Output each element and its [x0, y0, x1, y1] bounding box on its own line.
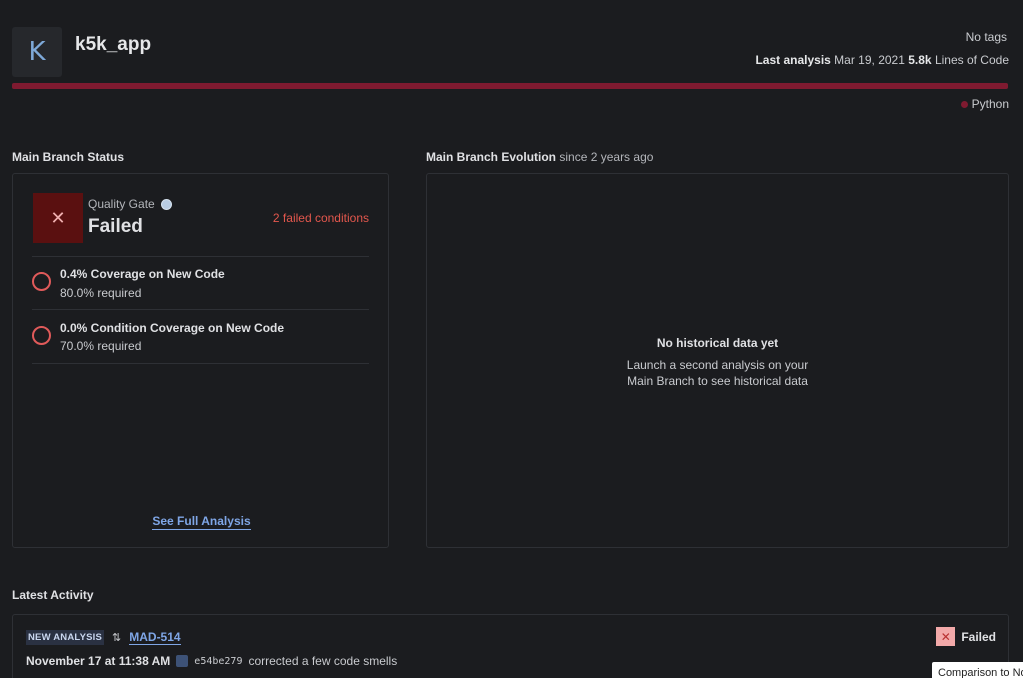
- branch-link[interactable]: MAD-514: [129, 630, 181, 645]
- activity-status-label: Failed: [961, 629, 996, 644]
- activity-date: November 17 at 11:38 AM: [26, 654, 171, 668]
- commit-message: corrected a few code smells: [248, 654, 398, 668]
- failed-conditions-count: 2 failed conditions: [272, 211, 369, 225]
- loc-value: 5.8k: [908, 53, 932, 67]
- last-analysis-date: Mar 19, 2021: [834, 53, 905, 67]
- language-distribution-bar: [12, 83, 1008, 89]
- divider: [32, 309, 369, 310]
- activity-status: ✕ Failed: [936, 627, 996, 646]
- commit-icon: [176, 655, 189, 667]
- commit-hash[interactable]: e54be279: [194, 656, 242, 667]
- quality-gate-failed-icon: ✕: [33, 193, 83, 243]
- activity-panel: NEW ANALYSIS ⇅ MAD-514 November 17 at 11…: [12, 614, 1009, 678]
- divider: [32, 256, 369, 257]
- loc-label: Lines of Code: [934, 53, 1009, 67]
- avatar-letter: K: [28, 37, 46, 67]
- branch-evolution-title: Main Branch Evolution since 2 years ago: [426, 150, 653, 164]
- info-icon[interactable]: [160, 198, 172, 210]
- language-name: Python: [971, 97, 1009, 111]
- branch-status-title: Main Branch Status: [12, 150, 125, 164]
- evolution-panel: No historical data yet Launch a second a…: [426, 173, 1009, 548]
- condition-title[interactable]: 0.4% Coverage on New Code: [60, 267, 225, 281]
- project-avatar: K: [12, 27, 62, 77]
- pull-request-icon: ⇅: [112, 632, 122, 644]
- condition-status-ring-icon: [32, 326, 51, 345]
- project-tags[interactable]: No tags: [966, 30, 1007, 44]
- divider: [32, 363, 369, 364]
- quality-gate-panel: ✕ Quality Gate Failed 2 failed condition…: [12, 173, 389, 548]
- condition-title[interactable]: 0.0% Condition Coverage on New Code: [60, 321, 284, 335]
- activity-header-row: NEW ANALYSIS ⇅ MAD-514: [26, 630, 181, 645]
- quality-gate-label: Quality Gate: [88, 197, 172, 211]
- language-legend: Python: [960, 97, 1009, 111]
- new-analysis-badge: NEW ANALYSIS: [26, 630, 105, 645]
- condition-required: 80.0% required: [60, 286, 142, 300]
- last-analysis-info: Last analysis Mar 19, 2021 5.8k Lines of…: [755, 53, 1009, 67]
- latest-activity-title: Latest Activity: [12, 588, 94, 602]
- project-name: k5k_app: [75, 34, 152, 55]
- see-full-analysis-wrap: See Full Analysis: [13, 514, 390, 530]
- last-analysis-label: Last analysis: [755, 53, 831, 67]
- condition-required: 70.0% required: [60, 339, 142, 353]
- language-dot-icon: [960, 100, 968, 108]
- no-history-title: No historical data yet: [656, 336, 779, 350]
- comparison-tooltip: Comparison to Nor: [932, 662, 1023, 678]
- quality-gate-label-text: Quality Gate: [88, 197, 155, 211]
- activity-details-row: November 17 at 11:38 AM e54be279 correct…: [26, 654, 397, 668]
- failed-status-icon: ✕: [936, 627, 956, 646]
- branch-evolution-title-text: Main Branch Evolution: [426, 150, 557, 164]
- branch-evolution-since: since 2 years ago: [559, 150, 654, 164]
- no-history-line-1: Launch a second analysis on your: [626, 358, 809, 372]
- condition-status-ring-icon: [32, 272, 51, 291]
- see-full-analysis-link[interactable]: See Full Analysis: [152, 514, 251, 530]
- quality-gate-status: Failed: [88, 216, 143, 237]
- no-history-line-2: Main Branch to see historical data: [627, 374, 808, 388]
